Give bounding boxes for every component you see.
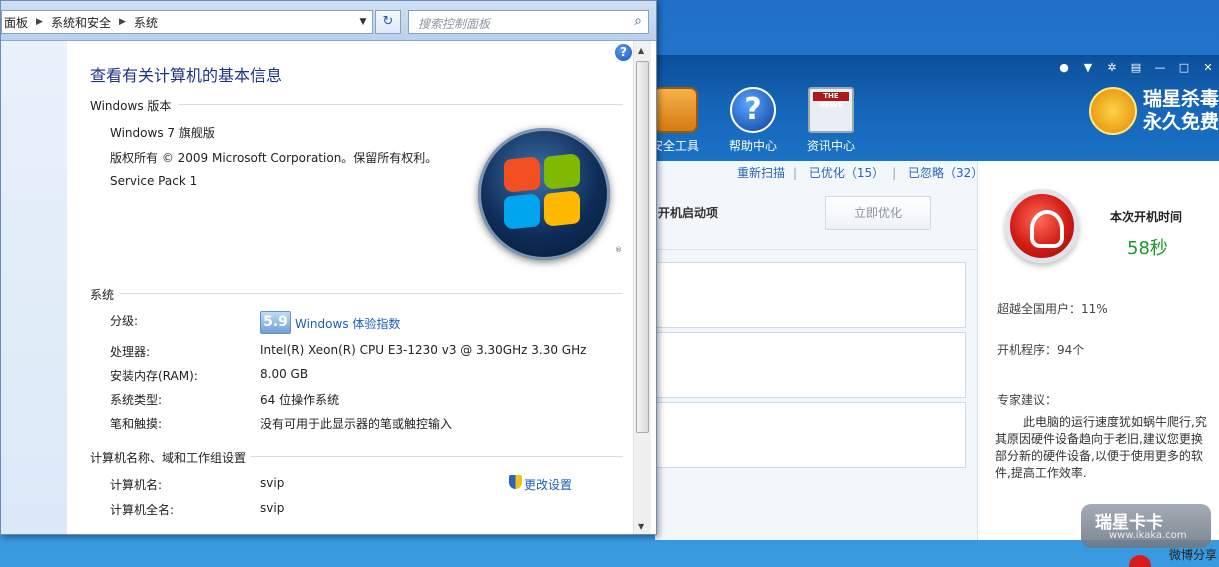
startup-items-title: 开机启动项 bbox=[658, 206, 719, 220]
system-type-label: 系统类型: bbox=[110, 393, 163, 407]
close-icon[interactable]: ✕ bbox=[1197, 57, 1219, 77]
brand-line2: 永久免费 bbox=[1142, 111, 1219, 133]
uac-shield-icon bbox=[509, 475, 522, 489]
change-settings-link[interactable]: 更改设置 bbox=[524, 476, 572, 493]
ignored-link[interactable]: 已忽略（32） bbox=[908, 166, 983, 180]
processor-label: 处理器: bbox=[110, 345, 151, 359]
chevron-right-icon[interactable]: ▶ bbox=[119, 17, 126, 27]
refresh-icon: ↻ bbox=[382, 14, 394, 29]
address-bar-area: 面板 ▶ 系统和安全 ▶ 系统 ▼ ↻ 搜索控制面板 ⌕ bbox=[1, 1, 656, 41]
help-icon[interactable]: ? bbox=[615, 44, 632, 61]
boot-time-title: 本次开机时间 bbox=[1110, 210, 1183, 224]
minimize-icon[interactable]: — bbox=[1149, 57, 1171, 77]
startup-item-panel[interactable] bbox=[655, 402, 966, 468]
window-controls: ● ▼ ✲ ▤ — □ ✕ bbox=[1053, 57, 1219, 77]
rising-antivirus-window: ● ▼ ✲ ▤ — □ ✕ 安全工具 ? 帮助中心 THE NEWS 资讯中心 … bbox=[651, 55, 1219, 548]
advice-text: 此电脑的运行速度犹如蜗牛爬行,究其原因硬件设备趋向于老旧,建议您更换部分新的硬件… bbox=[995, 415, 1207, 480]
search-placeholder: 搜索控制面板 bbox=[418, 17, 491, 31]
breadcrumb-item[interactable]: 系统和安全 bbox=[51, 14, 111, 31]
section-computer-name: 计算机名称、域和工作组设置 bbox=[90, 449, 623, 466]
weibo-share-link[interactable]: 微博分享 bbox=[1169, 546, 1217, 563]
breadcrumb[interactable]: 面板 ▶ 系统和安全 ▶ 系统 ▼ bbox=[1, 10, 373, 34]
rescan-link[interactable]: 重新扫描 bbox=[737, 166, 785, 180]
gear-icon[interactable]: ✲ bbox=[1101, 57, 1123, 77]
pen-touch-value: 没有可用于此显示器的笔或触控输入 bbox=[260, 417, 453, 431]
processor-value: Intel(R) Xeon(R) CPU E3-1230 v3 @ 3.30GH… bbox=[260, 343, 587, 357]
optimized-link[interactable]: 已优化（15） bbox=[809, 166, 884, 180]
ram-label: 安装内存(RAM): bbox=[110, 369, 198, 383]
boot-info-panel: 本次开机时间 58秒 超越全国用户：11% 开机程序：94个 专家建议： 此电脑… bbox=[977, 161, 1219, 548]
optimize-now-button[interactable]: 立即优化 bbox=[825, 196, 931, 230]
full-name-value: svip bbox=[260, 501, 285, 515]
menu-icon[interactable]: ▤ bbox=[1125, 57, 1147, 77]
section-system: 系统 bbox=[90, 286, 623, 303]
startup-item-panel[interactable] bbox=[655, 262, 966, 328]
weibo-icon[interactable] bbox=[1129, 555, 1151, 567]
left-nav-pane bbox=[1, 41, 67, 534]
toolbox-icon bbox=[652, 87, 698, 133]
tool-help-center[interactable]: ? 帮助中心 bbox=[723, 87, 783, 154]
scroll-thumb[interactable] bbox=[636, 61, 649, 433]
maximize-icon[interactable]: □ bbox=[1173, 57, 1195, 77]
startup-item-panel[interactable] bbox=[655, 332, 966, 398]
section-windows-edition: Windows 版本 bbox=[90, 97, 623, 114]
vertical-scrollbar[interactable]: ▲ ▼ bbox=[633, 41, 651, 534]
scroll-down-icon[interactable]: ▼ bbox=[638, 522, 644, 531]
system-type-value: 64 位操作系统 bbox=[260, 393, 340, 407]
brand-line1: 瑞星杀毒 bbox=[1142, 88, 1219, 110]
full-name-label: 计算机全名: bbox=[110, 503, 175, 517]
experience-score-badge[interactable]: 5.9 bbox=[260, 311, 291, 334]
tool-label: 帮助中心 bbox=[728, 139, 777, 153]
edition-name: Windows 7 旗舰版 bbox=[110, 126, 215, 140]
startup-programs: 开机程序：94个 bbox=[997, 343, 1085, 357]
advice-title: 专家建议： bbox=[997, 393, 1058, 407]
beat-users: 超越全国用户：11% bbox=[997, 302, 1108, 316]
result-links: 重新扫描 | 已优化（15） | 已忽略（32） bbox=[737, 166, 984, 180]
chevron-down-icon[interactable]: ▼ bbox=[354, 17, 372, 27]
watermark-url: www.ikaka.com bbox=[1109, 530, 1187, 541]
boot-time-value: 58秒 bbox=[1127, 238, 1168, 259]
rising-toolbar: ● ▼ ✲ ▤ — □ ✕ 安全工具 ? 帮助中心 THE NEWS 资讯中心 … bbox=[651, 55, 1219, 161]
brand: 瑞星杀毒 永久免费 bbox=[1088, 87, 1219, 135]
experience-index-link[interactable]: Windows 体验指数 bbox=[295, 315, 400, 332]
news-icon-text: THE NEWS bbox=[813, 92, 849, 109]
main-pane: ? ▲ ▼ 查看有关计算机的基本信息 Windows 版本 Windows 7 … bbox=[1, 41, 656, 534]
search-icon[interactable]: ⌕ bbox=[634, 13, 642, 29]
windows-logo-icon: ® bbox=[478, 128, 622, 260]
help-icon: ? bbox=[730, 87, 776, 133]
edition-copyright: 版权所有 © 2009 Microsoft Corporation。保留所有权利… bbox=[110, 151, 438, 165]
chevron-right-icon[interactable]: ▶ bbox=[36, 17, 43, 27]
tool-news-center[interactable]: THE NEWS 资讯中心 bbox=[801, 87, 861, 154]
computer-name-label: 计算机名: bbox=[110, 478, 163, 492]
divider bbox=[655, 249, 977, 250]
news-icon: THE NEWS bbox=[808, 87, 854, 133]
refresh-button[interactable]: ↻ bbox=[375, 10, 401, 34]
search-input[interactable]: 搜索控制面板 ⌕ bbox=[408, 10, 649, 34]
system-properties-window: 面板 ▶ 系统和安全 ▶ 系统 ▼ ↻ 搜索控制面板 ⌕ ? ▲ ▼ 查看有关计… bbox=[0, 0, 657, 535]
ram-value: 8.00 GB bbox=[260, 367, 309, 381]
account-icon[interactable]: ● bbox=[1053, 57, 1075, 77]
boot-gauge-icon bbox=[1005, 189, 1079, 263]
tool-label: 资讯中心 bbox=[806, 139, 855, 153]
breadcrumb-item[interactable]: 面板 bbox=[4, 14, 28, 31]
rising-content: 重新扫描 | 已优化（15） | 已忽略（32） 开机启动项 立即优化 本次开机时间… bbox=[655, 161, 1219, 548]
service-pack: Service Pack 1 bbox=[110, 174, 198, 188]
pen-touch-label: 笔和触摸: bbox=[110, 417, 163, 431]
rating-label: 分级: bbox=[110, 314, 139, 328]
skin-icon[interactable]: ▼ bbox=[1077, 57, 1099, 77]
watermark: 瑞星卡卡 www.ikaka.com bbox=[1081, 504, 1211, 548]
page-title: 查看有关计算机的基本信息 bbox=[90, 66, 283, 85]
lion-logo-icon bbox=[1088, 87, 1137, 135]
computer-name-value: svip bbox=[260, 476, 285, 490]
breadcrumb-item[interactable]: 系统 bbox=[134, 14, 158, 31]
scroll-up-icon[interactable]: ▲ bbox=[638, 46, 644, 55]
